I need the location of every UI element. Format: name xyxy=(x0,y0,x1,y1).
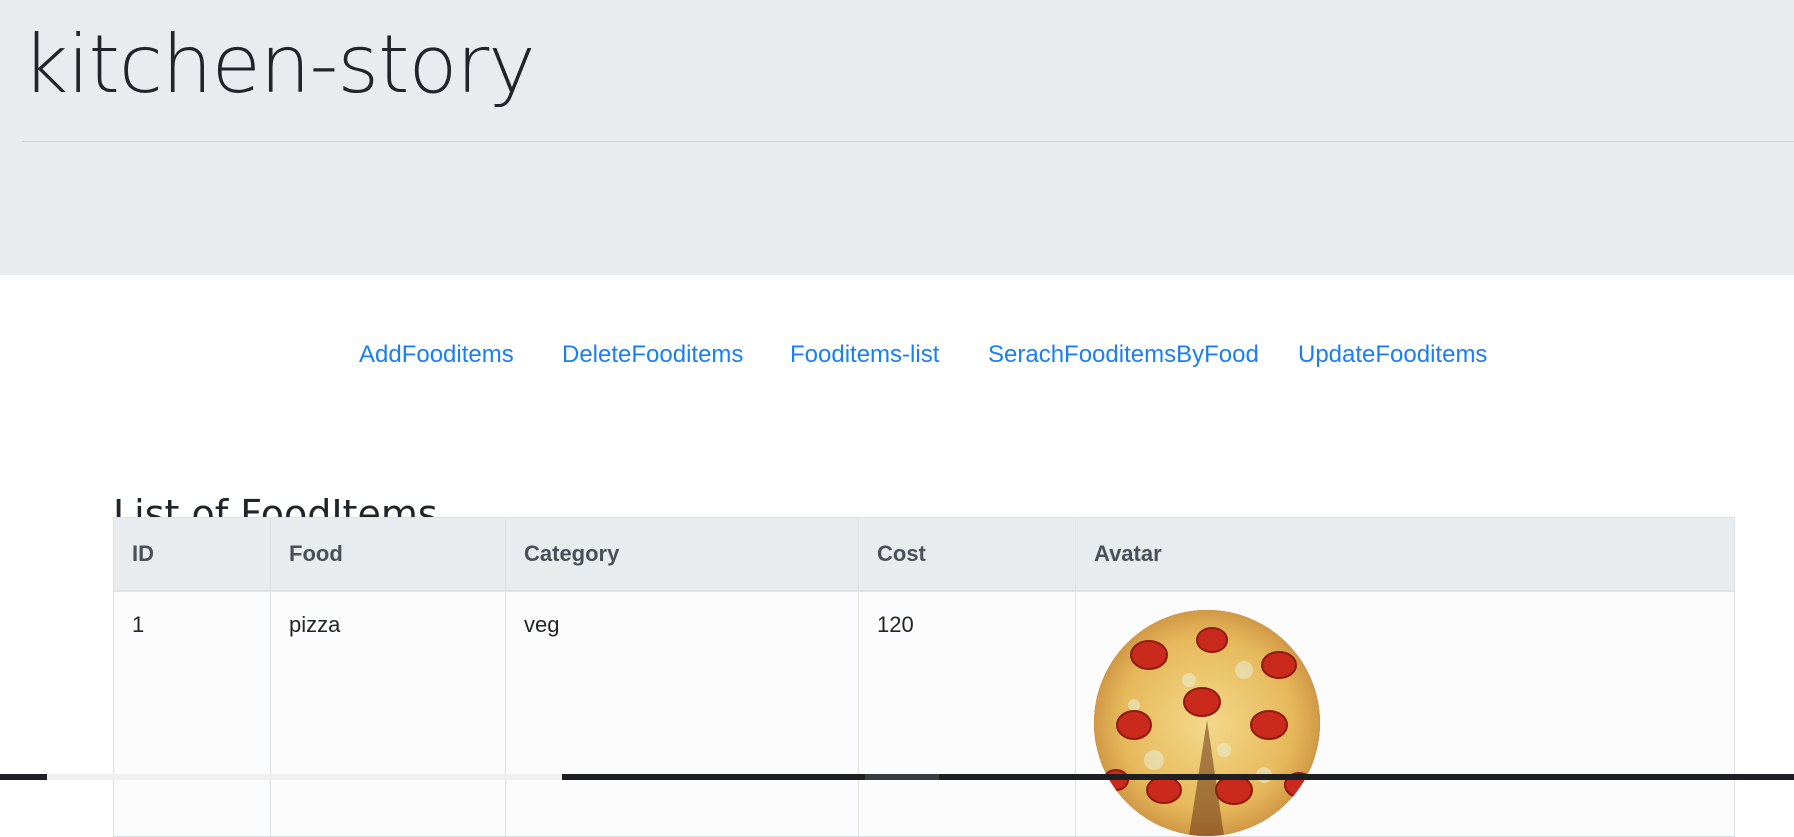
fooditems-table: ID Food Category Cost Avatar 1 pizza veg… xyxy=(113,517,1735,837)
scrollbar-thumb[interactable] xyxy=(47,774,562,780)
column-header-food: Food xyxy=(270,517,506,592)
nav-link-search-fooditems[interactable]: SerachFooditemsByFood xyxy=(988,335,1259,375)
main-nav: AddFooditems DeleteFooditems Fooditems-l… xyxy=(0,335,1794,375)
nav-link-update-fooditems[interactable]: UpdateFooditems xyxy=(1298,335,1487,375)
title-divider xyxy=(22,141,1794,142)
nav-link-fooditems-list[interactable]: Fooditems-list xyxy=(790,335,939,375)
cell-cost: 120 xyxy=(858,590,1076,837)
cell-id: 1 xyxy=(113,590,271,837)
cell-category: veg xyxy=(505,590,859,837)
scrollbar-marker xyxy=(865,774,939,780)
cell-food: pizza xyxy=(270,590,506,837)
column-header-cost: Cost xyxy=(858,517,1076,592)
site-title: kitchen-story xyxy=(22,18,536,111)
column-header-avatar: Avatar xyxy=(1075,517,1735,592)
horizontal-scrollbar[interactable] xyxy=(0,774,1794,780)
nav-link-delete-fooditems[interactable]: DeleteFooditems xyxy=(562,335,743,375)
cell-avatar xyxy=(1075,590,1735,837)
table-header-row: ID Food Category Cost Avatar xyxy=(113,517,1735,592)
food-avatar-image xyxy=(1094,610,1320,836)
pizza-icon xyxy=(1094,610,1320,836)
table-row: 1 pizza veg 120 xyxy=(113,590,1735,837)
column-header-id: ID xyxy=(113,517,271,592)
header-jumbotron: kitchen-story xyxy=(0,0,1794,275)
column-header-category: Category xyxy=(505,517,859,592)
nav-link-add-fooditems[interactable]: AddFooditems xyxy=(359,335,514,375)
